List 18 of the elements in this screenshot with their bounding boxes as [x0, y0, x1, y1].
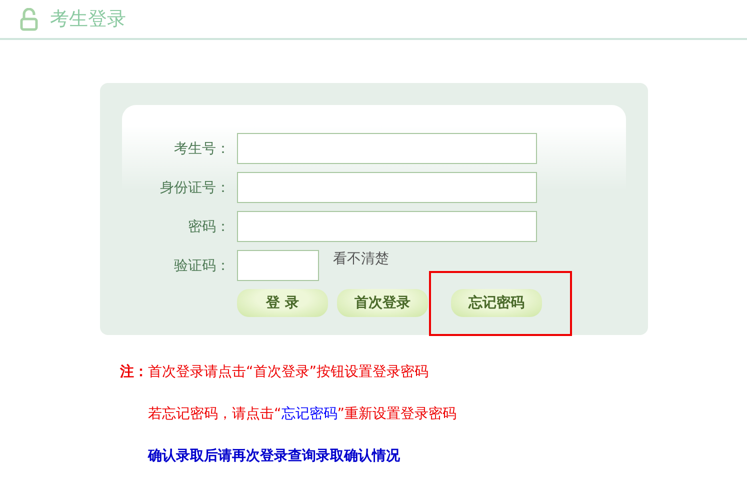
- field-label: 考生号：: [173, 140, 231, 158]
- field-label: 身份证号：: [159, 178, 231, 196]
- form-button[interactable]: 首次登录: [337, 289, 428, 317]
- note-text: 确认录取后请再次登录查询录取确认情况: [148, 447, 401, 464]
- note-text: 注：首次登录请点击“首次登录”按钮设置登录密码: [120, 363, 430, 380]
- page-title: 考生登录: [50, 7, 126, 32]
- form-button[interactable]: 忘记密码: [451, 289, 542, 317]
- forgot-password-link[interactable]: 忘记密码: [281, 406, 338, 422]
- input-field[interactable]: [237, 133, 537, 164]
- lock-icon: [20, 8, 38, 30]
- field-label: 密码：: [187, 218, 231, 236]
- field-label: 验证码：: [173, 256, 231, 274]
- captcha-field[interactable]: [237, 250, 319, 281]
- note-text: 若忘记密码，请点击“忘记密码”重新设置登录密码: [148, 405, 458, 422]
- input-field[interactable]: [237, 172, 537, 203]
- refresh-captcha-link[interactable]: 看不清楚: [333, 250, 389, 268]
- form-button[interactable]: 登 录: [237, 289, 328, 317]
- input-field[interactable]: [237, 211, 537, 242]
